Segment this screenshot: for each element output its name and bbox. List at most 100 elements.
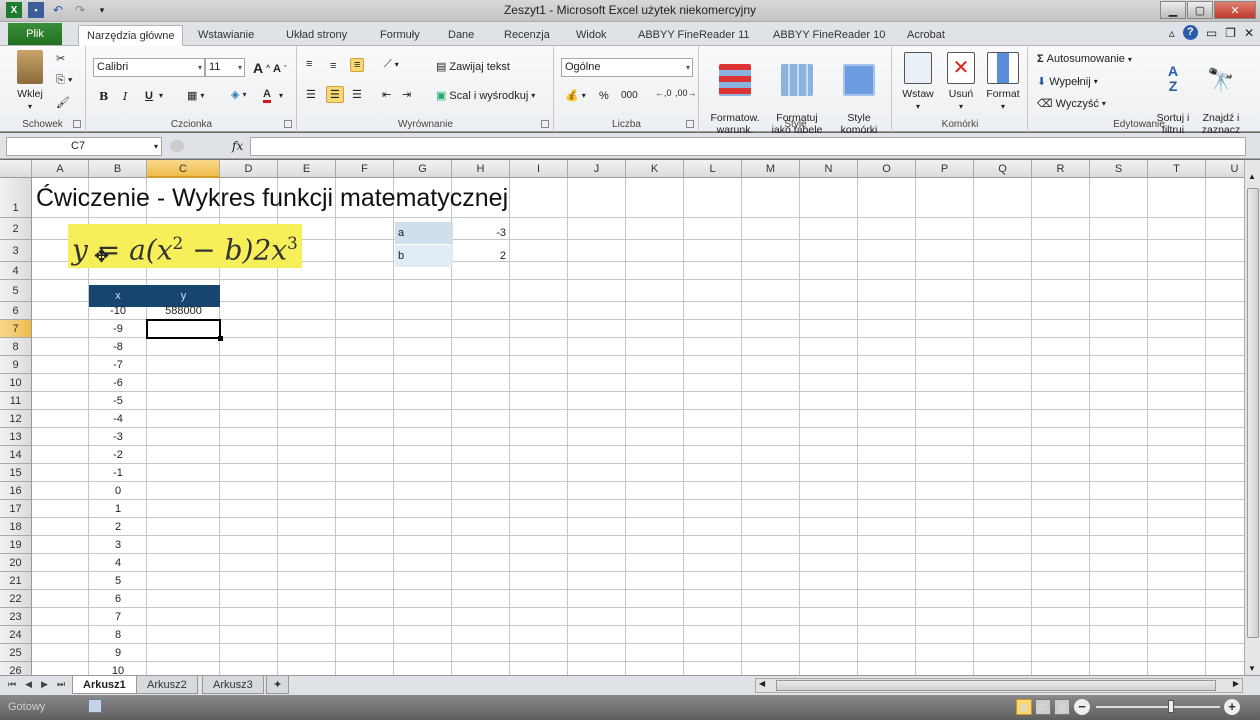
row-header-14[interactable]: 14 bbox=[0, 446, 32, 464]
tab-acrobat[interactable]: Acrobat bbox=[899, 25, 953, 46]
tab-formulas[interactable]: Formuły bbox=[372, 25, 428, 46]
param-a-label[interactable]: a bbox=[395, 222, 453, 244]
column-header-n[interactable]: N bbox=[800, 160, 858, 178]
x-value-cell[interactable]: 1 bbox=[89, 500, 147, 518]
x-value-cell[interactable]: 10 bbox=[89, 662, 147, 675]
fill-color-icon[interactable]: ◈ ▾ bbox=[231, 88, 246, 101]
row-header-26[interactable]: 26 bbox=[0, 662, 32, 675]
column-header-g[interactable]: G bbox=[394, 160, 452, 178]
x-value-cell[interactable]: -3 bbox=[89, 428, 147, 446]
cut-icon[interactable]: ✂ bbox=[56, 52, 65, 65]
format-cells-button[interactable]: Format ▾ bbox=[981, 52, 1025, 113]
row-header-24[interactable]: 24 bbox=[0, 626, 32, 644]
currency-icon[interactable]: 💰 ▾ bbox=[565, 89, 586, 102]
x-value-cell[interactable]: -5 bbox=[89, 392, 147, 410]
tab-abbyy-11[interactable]: ABBYY FineReader 11 bbox=[630, 25, 758, 46]
zoom-out-icon[interactable]: − bbox=[1074, 699, 1090, 715]
tab-page-layout[interactable]: Układ strony bbox=[278, 25, 355, 46]
minimize-button[interactable]: ▁ bbox=[1160, 1, 1186, 19]
autosum-button[interactable]: Σ Autosumowanie ▾ bbox=[1037, 53, 1132, 65]
bold-button[interactable]: B bbox=[99, 90, 108, 103]
column-header-o[interactable]: O bbox=[858, 160, 916, 178]
select-all-button[interactable] bbox=[0, 160, 32, 178]
x-value-cell[interactable]: -8 bbox=[89, 338, 147, 356]
align-top-icon[interactable]: ≡ bbox=[306, 58, 312, 70]
column-header-t[interactable]: T bbox=[1148, 160, 1206, 178]
font-family-select[interactable]: Calibri ▾ bbox=[93, 58, 205, 77]
sheet-tab-arkusz3[interactable]: Arkusz3 bbox=[202, 676, 264, 694]
zoom-in-icon[interactable]: + bbox=[1224, 699, 1240, 715]
x-value-cell[interactable]: 2 bbox=[89, 518, 147, 536]
param-b-value[interactable]: 2 bbox=[454, 245, 508, 267]
x-value-cell[interactable]: 4 bbox=[89, 554, 147, 572]
workbook-minimize-icon[interactable]: ▭ bbox=[1206, 26, 1217, 40]
help-icon[interactable]: ? bbox=[1182, 25, 1198, 40]
column-header-e[interactable]: E bbox=[278, 160, 336, 178]
row-header-18[interactable]: 18 bbox=[0, 518, 32, 536]
increase-decimal-icon[interactable]: ←,0 bbox=[655, 88, 672, 98]
prev-sheet-icon[interactable]: ◀ bbox=[25, 679, 32, 690]
fill-button[interactable]: ⬇ Wypełnij ▾ bbox=[1037, 75, 1098, 89]
x-value-cell[interactable]: -1 bbox=[89, 464, 147, 482]
insert-function-icon[interactable]: fx bbox=[232, 139, 243, 153]
orientation-icon[interactable]: ⟋ ▾ bbox=[384, 58, 399, 71]
number-format-select[interactable]: Ogólne ▾ bbox=[561, 58, 693, 77]
row-header-2[interactable]: 2 bbox=[0, 218, 32, 240]
sheet-tab-arkusz2[interactable]: Arkusz2 bbox=[136, 676, 198, 694]
row-header-22[interactable]: 22 bbox=[0, 590, 32, 608]
page-break-view-icon[interactable]: ▥ bbox=[1054, 699, 1070, 715]
x-value-cell[interactable]: -10 bbox=[89, 302, 147, 320]
column-header-s[interactable]: S bbox=[1090, 160, 1148, 178]
column-header-h[interactable]: H bbox=[452, 160, 510, 178]
column-header-q[interactable]: Q bbox=[974, 160, 1032, 178]
sheet-tab-arkusz1[interactable]: Arkusz1 bbox=[72, 676, 137, 694]
align-bottom-icon[interactable]: ≡ bbox=[350, 58, 365, 72]
row-header-19[interactable]: 19 bbox=[0, 536, 32, 554]
format-painter-icon[interactable]: 🖌 bbox=[56, 96, 70, 109]
align-center-icon[interactable]: ☰ bbox=[326, 86, 344, 103]
x-value-cell[interactable]: 8 bbox=[89, 626, 147, 644]
tab-abbyy-10[interactable]: ABBYY FineReader 10 bbox=[765, 25, 893, 46]
column-header-k[interactable]: K bbox=[626, 160, 684, 178]
italic-button[interactable]: I bbox=[123, 90, 127, 103]
dialog-launcher-icon[interactable] bbox=[541, 120, 549, 128]
row-header-13[interactable]: 13 bbox=[0, 428, 32, 446]
row-header-4[interactable]: 4 bbox=[0, 262, 32, 280]
sheet-title[interactable]: Ćwiczenie - Wykres funkcji matematycznej bbox=[36, 184, 508, 213]
column-header-a[interactable]: A bbox=[32, 160, 89, 178]
dialog-launcher-icon[interactable] bbox=[686, 120, 694, 128]
wrap-text-button[interactable]: ▤ Zawijaj tekst bbox=[436, 60, 510, 74]
workbook-close-icon[interactable]: ✕ bbox=[1244, 26, 1254, 40]
param-b-label[interactable]: b bbox=[395, 245, 453, 267]
formula-input[interactable] bbox=[250, 137, 1246, 156]
column-header-u[interactable]: U bbox=[1206, 160, 1244, 178]
page-layout-view-icon[interactable]: ▤ bbox=[1035, 699, 1051, 715]
shrink-font-icon[interactable]: Aˇ bbox=[273, 63, 286, 75]
tab-file[interactable]: Plik bbox=[8, 23, 62, 45]
copy-icon[interactable]: ⎘ ▾ bbox=[56, 74, 72, 87]
tab-review[interactable]: Recenzja bbox=[496, 25, 558, 46]
column-header-f[interactable]: F bbox=[336, 160, 394, 178]
font-color-icon[interactable]: A bbox=[263, 88, 271, 103]
scroll-up-icon[interactable]: ▲ bbox=[1248, 172, 1256, 181]
x-value-cell[interactable]: -9 bbox=[89, 320, 147, 338]
align-right-icon[interactable]: ☰ bbox=[352, 88, 362, 101]
last-sheet-icon[interactable]: ⏭ bbox=[57, 679, 65, 690]
underline-button[interactable]: U bbox=[145, 90, 153, 102]
vertical-scroll-thumb[interactable] bbox=[1247, 188, 1259, 638]
formula-bar-expand-handle[interactable] bbox=[170, 140, 184, 152]
row-header-7[interactable]: 7 bbox=[0, 320, 32, 338]
row-header-5[interactable]: 5 bbox=[0, 280, 32, 302]
row-header-12[interactable]: 12 bbox=[0, 410, 32, 428]
column-header-i[interactable]: I bbox=[510, 160, 568, 178]
first-sheet-icon[interactable]: ⏮ bbox=[8, 679, 16, 690]
x-value-cell[interactable]: 9 bbox=[89, 644, 147, 662]
x-value-cell[interactable]: 7 bbox=[89, 608, 147, 626]
column-header-b[interactable]: B bbox=[89, 160, 147, 178]
row-header-11[interactable]: 11 bbox=[0, 392, 32, 410]
dialog-launcher-icon[interactable] bbox=[284, 120, 292, 128]
row-header-20[interactable]: 20 bbox=[0, 554, 32, 572]
column-header-p[interactable]: P bbox=[916, 160, 974, 178]
scroll-left-icon[interactable]: ◀ bbox=[759, 679, 765, 688]
column-header-r[interactable]: R bbox=[1032, 160, 1090, 178]
